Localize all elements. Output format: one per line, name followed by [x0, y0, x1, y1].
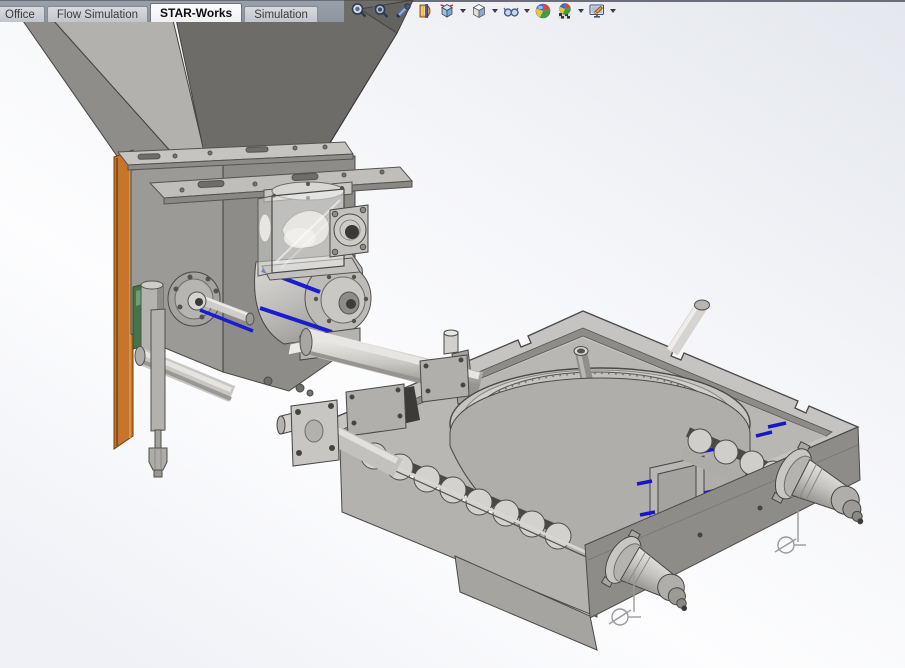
tab-simulation[interactable]: Simulation: [244, 6, 318, 22]
view-orientation-icon[interactable]: [437, 2, 457, 20]
dropdown-arrow-icon[interactable]: [578, 9, 584, 13]
model-viewport[interactable]: [0, 0, 905, 668]
edit-appearance-icon[interactable]: [533, 2, 553, 20]
dropdown-arrow-icon[interactable]: [524, 9, 530, 13]
dropdown-arrow-icon[interactable]: [460, 9, 466, 13]
tab-star-works[interactable]: STAR-Works: [150, 3, 242, 22]
section-view-icon[interactable]: [415, 2, 435, 20]
apply-scene-icon[interactable]: [555, 2, 575, 20]
zoom-to-area-icon[interactable]: [371, 2, 391, 20]
gearbox-flange[interactable]: [330, 205, 368, 257]
tab-flow-simulation[interactable]: Flow Simulation: [47, 6, 148, 22]
conveyor-stand-plate[interactable]: [346, 384, 406, 436]
zoom-to-fit-icon[interactable]: [349, 2, 369, 20]
tab-office[interactable]: Office: [0, 6, 45, 22]
solidworks-window: Office Flow Simulation STAR-Works Simula…: [0, 0, 905, 668]
leveling-actuator[interactable]: [149, 309, 167, 477]
heads-up-view-toolbar: [349, 1, 617, 20]
hide-show-items-icon[interactable]: [501, 2, 521, 20]
display-style-icon[interactable]: [469, 2, 489, 20]
command-manager-tabbar: Office Flow Simulation STAR-Works Simula…: [0, 0, 344, 22]
view-settings-icon[interactable]: [587, 2, 607, 20]
dropdown-arrow-icon[interactable]: [492, 9, 498, 13]
orange-side-panel[interactable]: [114, 150, 133, 449]
dropdown-arrow-icon[interactable]: [610, 9, 616, 13]
previous-view-icon[interactable]: [393, 2, 413, 20]
